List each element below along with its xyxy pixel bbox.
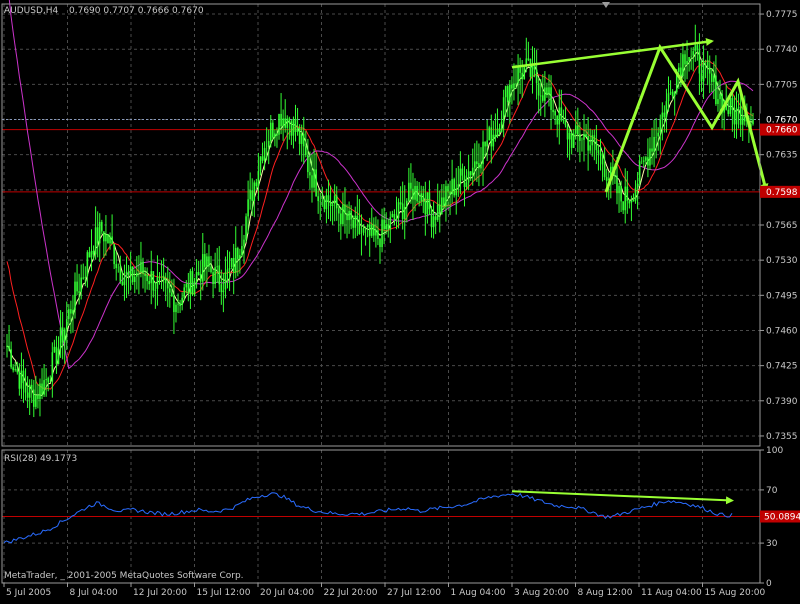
x-tick-label: 11 Aug 04:00 (641, 588, 702, 598)
x-tick-label: 12 Jul 20:00 (133, 588, 187, 598)
x-tick-label: 8 Aug 12:00 (578, 588, 633, 598)
x-tick-label: 3 Aug 20:00 (514, 588, 569, 598)
rsi-line (3, 492, 733, 544)
rsi-y-tick-label: 70 (766, 486, 778, 496)
rsi-y-tick-label: 0 (766, 579, 772, 589)
copyright-label: MetaTrader, _ 2001-2005 MetaQuotes Softw… (4, 571, 244, 581)
ma-slow-line (8, 0, 754, 370)
x-tick-label: 1 Aug 04:00 (451, 588, 506, 598)
chart-svg[interactable]: 0.77750.77400.77050.76700.76350.76000.75… (0, 0, 800, 600)
rsi-indicator (2, 492, 760, 544)
x-tick-label: 15 Jul 12:00 (197, 588, 251, 598)
y-tick-label: 0.7495 (766, 291, 798, 301)
rsi-value-tag-label: 50.0894 (764, 513, 800, 523)
trend-arrow-upper (511, 37, 714, 69)
x-tick-label: 8 Jul 04:00 (70, 588, 119, 598)
rsi-label: RSI(28) 49.1773 (4, 454, 77, 464)
y-tick-label: 0.7390 (766, 397, 798, 407)
chart-window: 0.77750.77400.77050.76700.76350.76000.75… (0, 0, 800, 600)
level-price-tag-label: 0.7598 (766, 188, 798, 198)
y-tick-label: 0.7565 (766, 221, 798, 231)
y-tick-label: 0.7460 (766, 326, 798, 336)
y-tick-label: 0.7705 (766, 80, 798, 90)
shift-marker-icon (602, 2, 610, 8)
y-tick-label: 0.7425 (766, 362, 798, 372)
ma-fast-line (6, 51, 754, 397)
y-tick-label: 0.7775 (766, 10, 798, 20)
chart-symbol-label: AUDUSD,H4 (4, 6, 59, 16)
y-tick-label: 0.7530 (766, 256, 798, 266)
level-price-tag-label: 0.7660 (766, 126, 798, 136)
rsi-y-tick-label: 100 (766, 446, 783, 456)
x-tick-label: 5 Jul 2005 (6, 588, 51, 598)
moving-averages (6, 0, 754, 397)
rsi-divergence-arrow (511, 490, 734, 505)
y-tick-label: 0.7355 (766, 432, 798, 442)
y-tick-label: 0.7740 (766, 45, 798, 55)
x-tick-label: 22 Jul 20:00 (324, 588, 378, 598)
x-tick-label: 15 Aug 20:00 (705, 588, 766, 598)
axes: 0.77750.77400.77050.76700.76350.76000.75… (1, 2, 800, 598)
y-tick-label: 0.7635 (766, 151, 798, 161)
x-tick-label: 20 Jul 04:00 (260, 588, 314, 598)
level-lines (2, 119, 760, 193)
x-tick-label: 27 Jul 12:00 (387, 588, 441, 598)
rsi-y-tick-label: 30 (766, 539, 778, 549)
chart-ohlc-label: 0.7690 0.7707 0.7666 0.7670 (69, 6, 204, 16)
candles (6, 24, 754, 418)
